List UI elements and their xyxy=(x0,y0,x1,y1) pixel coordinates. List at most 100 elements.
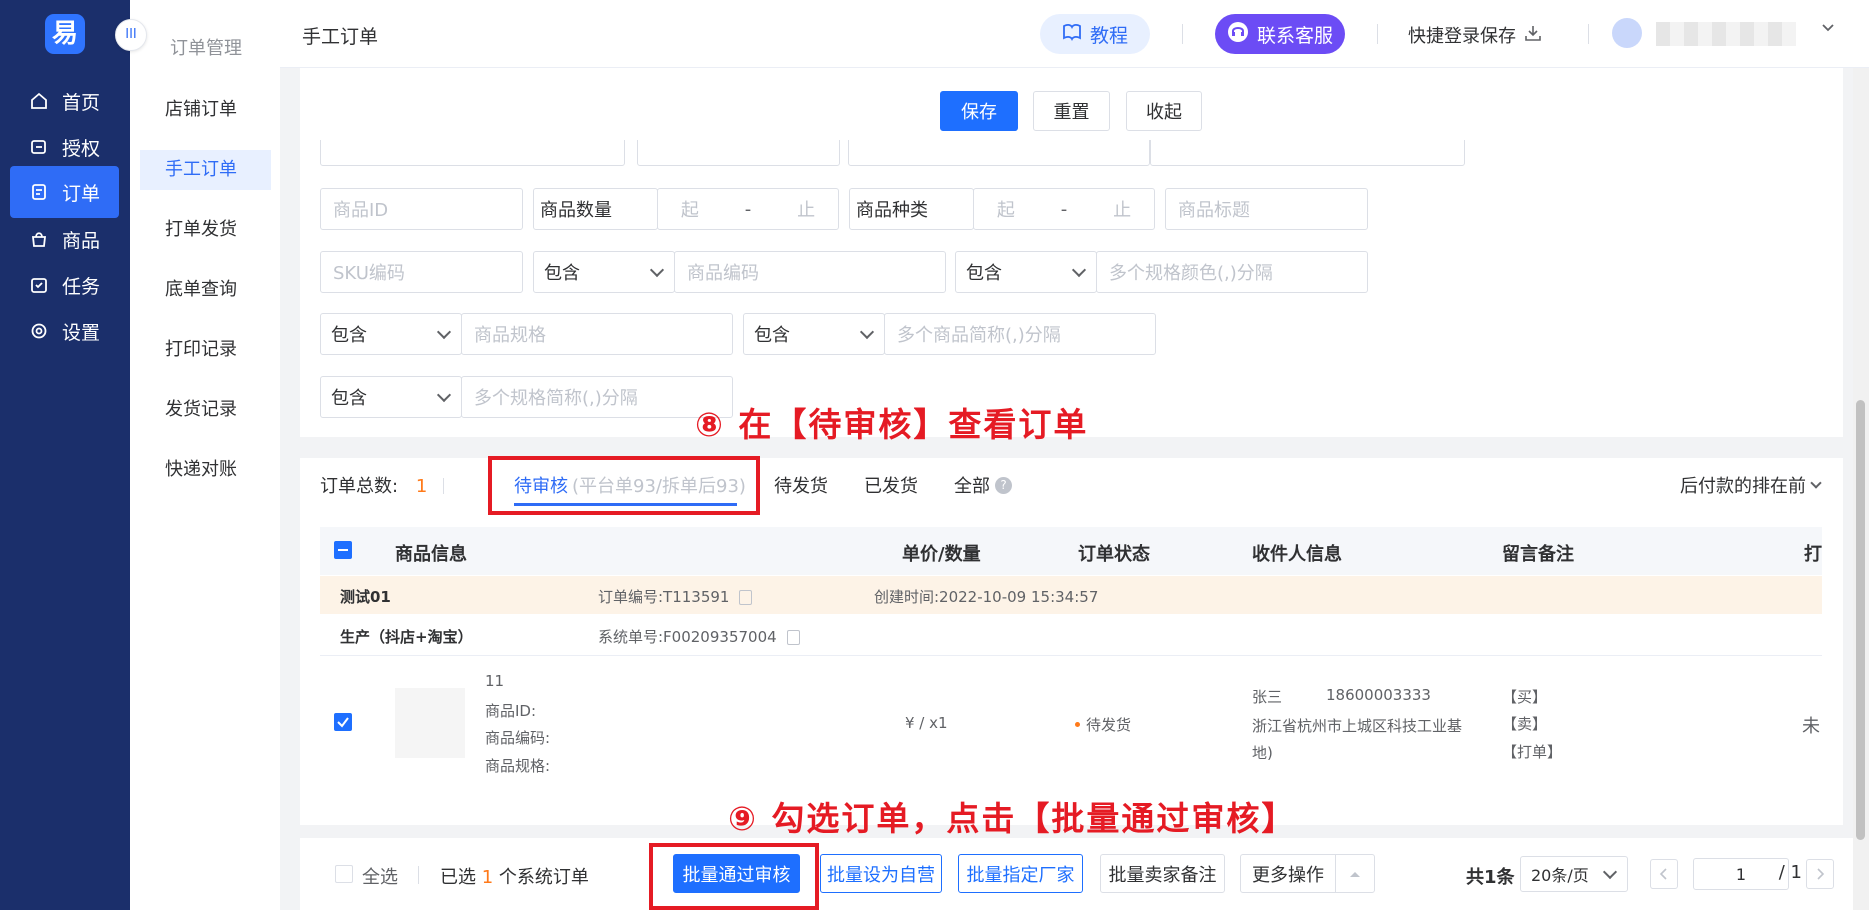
quick-login-save[interactable]: 快捷登录保存 xyxy=(1408,22,1542,48)
support-button[interactable]: 联系客服 xyxy=(1215,14,1345,54)
range-to: 止 xyxy=(1113,200,1132,221)
subnav-item-express-reconcile[interactable]: 快递对账 xyxy=(140,450,271,490)
product-code-input[interactable]: 商品编码 xyxy=(674,251,946,293)
order-total: 订单总数: 1 xyxy=(320,472,427,498)
select-all-checkbox[interactable] xyxy=(335,865,353,883)
page-size-select[interactable]: 20条/页 xyxy=(1520,856,1628,892)
chevron-down-icon[interactable] xyxy=(1820,20,1836,41)
nav-label: 授权 xyxy=(62,137,101,160)
divider xyxy=(1182,24,1183,44)
chevron-left-icon xyxy=(1659,868,1667,880)
select-value: 包含 xyxy=(331,325,367,346)
spec-abbr-input[interactable]: 多个规格简称(,)分隔 xyxy=(461,376,733,418)
nav-item-home[interactable]: 首页 xyxy=(10,75,119,127)
receiver-name: 张三 xyxy=(1252,688,1283,706)
subnav-item-manual-orders[interactable]: 手工订单 xyxy=(140,150,271,190)
copy-icon[interactable] xyxy=(786,630,800,645)
tab-all[interactable]: 全部 ? xyxy=(954,472,1012,498)
chevron-down-icon xyxy=(859,324,875,339)
product-code-value: 商品编码: xyxy=(485,729,551,747)
product-kind-label: 商品种类 xyxy=(849,188,974,230)
download-icon xyxy=(1524,24,1542,47)
nav-item-products[interactable]: 商品 xyxy=(10,213,119,265)
col-print: 打印 xyxy=(1804,544,1822,565)
app-logo[interactable]: 易 xyxy=(45,14,85,54)
reset-button[interactable]: 重置 xyxy=(1033,91,1110,131)
product-kind-range[interactable]: 起 - 止 xyxy=(973,188,1155,230)
chevron-down-icon xyxy=(1602,864,1618,879)
subnav-item-ship-log[interactable]: 发货记录 xyxy=(140,390,271,430)
range-from: 起 xyxy=(680,200,699,221)
order-number-text: 订单编号:T113591 xyxy=(598,588,730,606)
nav-item-orders[interactable]: 订单 xyxy=(10,166,119,218)
divider xyxy=(418,866,419,884)
product-abbr-match-select[interactable]: 包含 xyxy=(743,313,885,355)
product-qty-range[interactable]: 起 - 止 xyxy=(657,188,839,230)
status-text: 待发货 xyxy=(1086,716,1132,734)
batch-set-self-button[interactable]: 批量设为自营 xyxy=(820,854,942,893)
product-name: 11 xyxy=(485,672,505,690)
order-row-checkbox[interactable] xyxy=(334,713,352,731)
range-dash: - xyxy=(744,198,752,220)
collapse-menu-icon[interactable]: III xyxy=(115,19,147,51)
select-all-label: 全选 xyxy=(362,867,398,888)
next-page-button[interactable] xyxy=(1806,859,1834,889)
nav-item-settings[interactable]: 设置 xyxy=(10,305,119,357)
divider xyxy=(443,478,444,494)
chevron-right-icon xyxy=(1817,868,1825,880)
product-spec-input[interactable]: 商品规格 xyxy=(461,313,733,355)
sku-code-input[interactable]: SKU编码 xyxy=(320,251,523,293)
subnav-item-waybill-query[interactable]: 底单查询 xyxy=(140,270,271,310)
batch-seller-remark-button[interactable]: 批量卖家备注 xyxy=(1100,854,1225,893)
page-title: 手工订单 xyxy=(302,26,379,48)
support-label: 联系客服 xyxy=(1256,24,1333,47)
more-actions-toggle[interactable] xyxy=(1335,854,1375,893)
bag-icon xyxy=(28,228,50,250)
help-icon[interactable]: ? xyxy=(995,476,1012,494)
username-blurred[interactable] xyxy=(1656,22,1796,46)
spec-color-input[interactable]: 多个规格颜色(,)分隔 xyxy=(1096,251,1368,293)
product-thumbnail xyxy=(395,688,465,758)
order-number: 订单编号:T113591 xyxy=(598,586,753,607)
annotation-highlight-approve xyxy=(649,843,819,910)
col-remark: 留言备注 xyxy=(1502,544,1574,565)
key-icon xyxy=(28,136,50,158)
product-qty-label: 商品数量 xyxy=(533,188,658,230)
copy-icon[interactable] xyxy=(739,590,753,605)
range-to: 止 xyxy=(797,200,816,221)
product-title-input[interactable]: 商品标题 xyxy=(1165,188,1368,230)
spec-abbr-match-select[interactable]: 包含 xyxy=(320,376,462,418)
tab-pending-ship[interactable]: 待发货 xyxy=(774,472,828,498)
tab-shipped[interactable]: 已发货 xyxy=(864,472,918,498)
sort-dropdown[interactable]: 后付款的排在前 xyxy=(1680,472,1822,498)
chevron-down-icon xyxy=(1810,476,1822,489)
receiver-address: 浙江省杭州市上城区科技工业基地) xyxy=(1252,717,1463,762)
subnav-item-shop-orders[interactable]: 店铺订单 xyxy=(140,90,271,130)
remark-buyer: 【买】 xyxy=(1502,688,1548,706)
spec-match-select[interactable]: 包含 xyxy=(320,313,462,355)
product-code-match-select[interactable]: 包含 xyxy=(533,251,675,293)
batch-assign-vendor-button[interactable]: 批量指定厂家 xyxy=(958,854,1083,893)
product-id-input[interactable]: 商品ID xyxy=(320,188,523,230)
receiver-phone: 18600003333 xyxy=(1326,686,1431,704)
subnav-item-print-log[interactable]: 打印记录 xyxy=(140,330,271,370)
order-icon xyxy=(28,181,50,203)
select-all-header-checkbox[interactable] xyxy=(334,541,352,559)
selected-count: 已选 1 个系统订单 xyxy=(440,863,589,889)
order-source: 生产（抖店+淘宝） xyxy=(340,628,473,646)
nav-label: 首页 xyxy=(62,91,101,114)
prev-page-button[interactable] xyxy=(1650,859,1678,889)
scrollbar-thumb[interactable] xyxy=(1856,400,1865,840)
product-abbr-input[interactable]: 多个商品简称(,)分隔 xyxy=(884,313,1156,355)
subnav-item-print-ship[interactable]: 打单发货 xyxy=(140,210,271,250)
more-actions-button[interactable]: 更多操作 xyxy=(1240,854,1336,893)
chevron-down-icon xyxy=(436,387,452,402)
nav-label: 任务 xyxy=(62,275,101,298)
tutorial-button[interactable]: 教程 xyxy=(1040,14,1150,54)
sort-label: 后付款的排在前 xyxy=(1680,476,1806,497)
collapse-button[interactable]: 收起 xyxy=(1126,91,1202,131)
avatar[interactable] xyxy=(1612,18,1642,48)
spec-color-match-select[interactable]: 包含 xyxy=(955,251,1097,293)
nav-item-tasks[interactable]: 任务 xyxy=(10,259,119,311)
save-button[interactable]: 保存 xyxy=(940,91,1018,131)
